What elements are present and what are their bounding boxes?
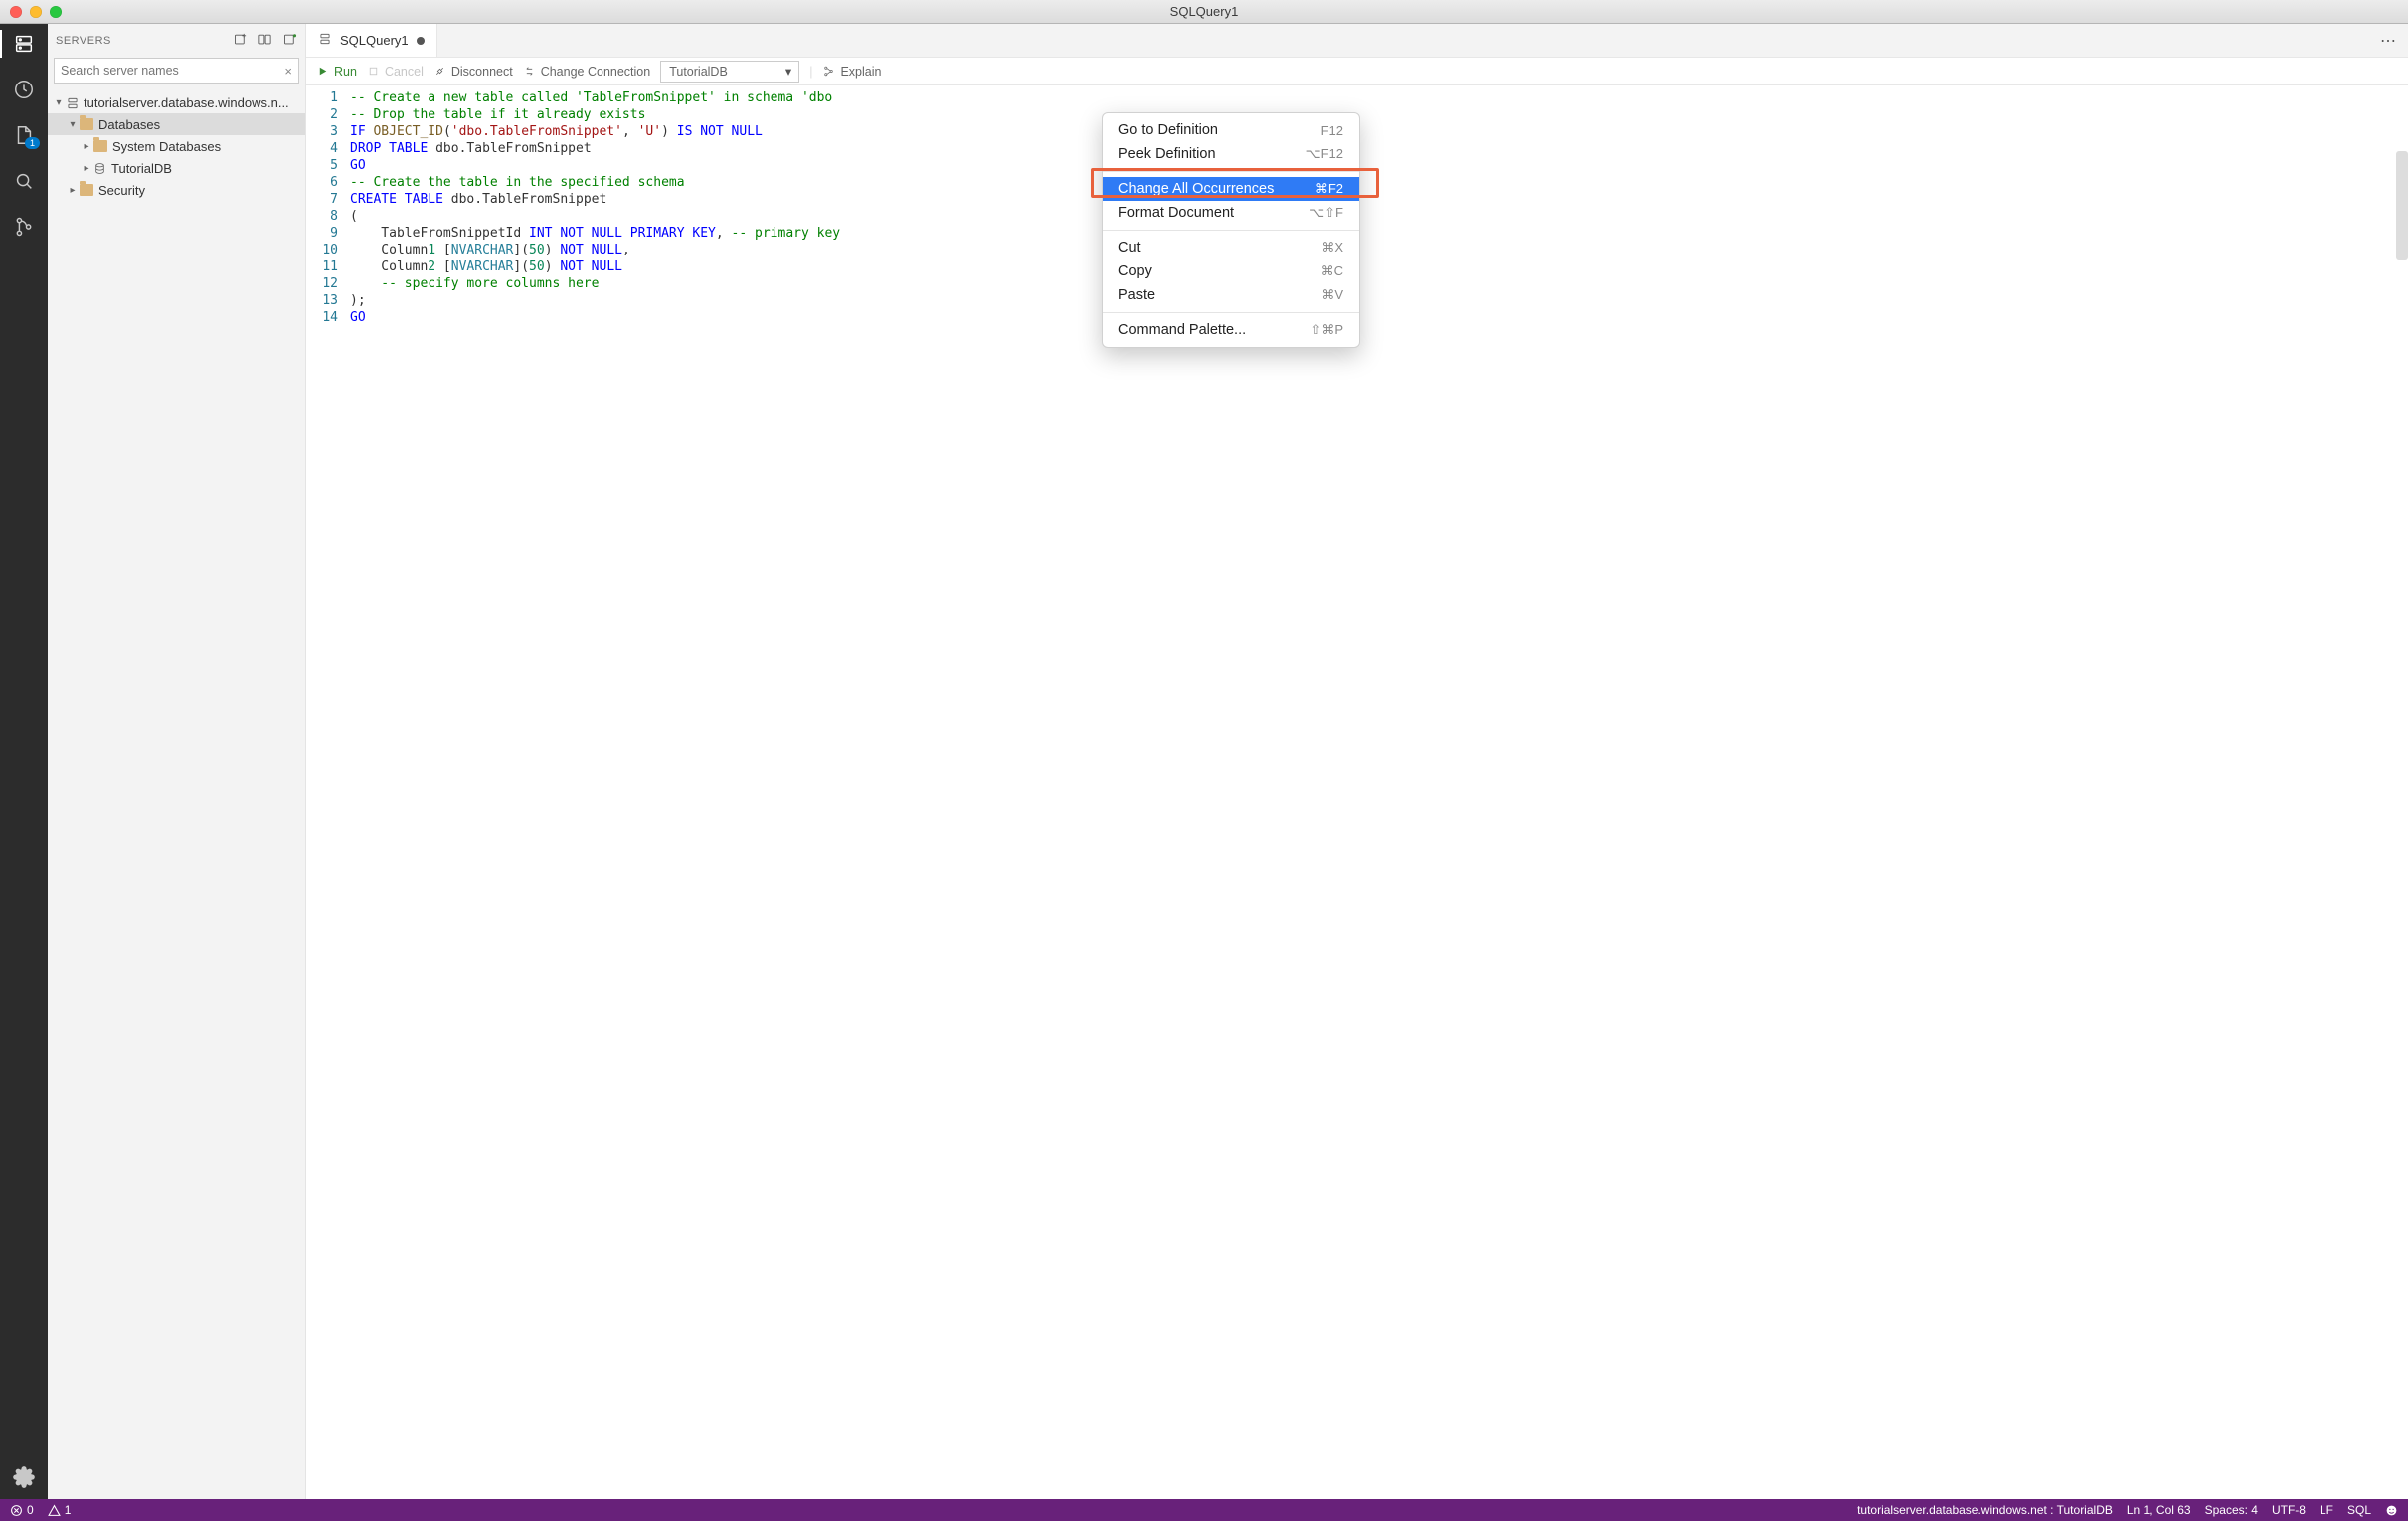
tree-server-label: tutorialserver.database.windows.n... [84,95,289,110]
context-menu-item[interactable]: Go to DefinitionF12 [1103,118,1359,142]
source-control-icon[interactable] [12,215,36,239]
modified-dot-icon [417,37,425,45]
sidebar: SERVERS × ▾ tutorialserver.database.wind… [48,24,306,1499]
status-eol[interactable]: LF [2320,1503,2333,1517]
search-servers-input[interactable]: × [54,58,299,84]
status-connection[interactable]: tutorialserver.database.windows.net : Tu… [1857,1503,2113,1517]
tab-bar: SQLQuery1 ⋯ [306,24,2408,58]
context-menu-separator [1103,171,1359,172]
titlebar: SQLQuery1 [0,0,2408,24]
context-menu-item[interactable]: Peek Definition⌥F12 [1103,142,1359,166]
sidebar-title: SERVERS [56,35,233,47]
status-bar: 0 1 tutorialserver.database.windows.net … [0,1499,2408,1521]
database-selected-label: TutorialDB [669,65,728,79]
status-lang[interactable]: SQL [2347,1503,2371,1517]
folder-icon [80,184,93,196]
status-position[interactable]: Ln 1, Col 63 [2127,1503,2191,1517]
tree-security[interactable]: ▸ Security [48,179,305,201]
overview-scrollbar[interactable] [2396,151,2408,260]
folder-icon [93,140,107,152]
tree-tutorialdb-label: TutorialDB [111,161,172,176]
new-group-icon[interactable] [258,32,272,50]
query-toolbar: Run Cancel Disconnect Change Connection … [306,58,2408,85]
search-input-field[interactable] [61,64,284,78]
explain-button[interactable]: Explain [822,65,881,79]
code-content[interactable]: -- Create a new table called 'TableFromS… [350,85,2408,1499]
settings-icon[interactable] [12,1465,36,1489]
context-menu-item[interactable]: Cut⌘X [1103,236,1359,259]
tree-server[interactable]: ▾ tutorialserver.database.windows.n... [48,91,305,113]
editor-more-icon[interactable]: ⋯ [2368,24,2408,57]
status-spaces[interactable]: Spaces: 4 [2205,1503,2258,1517]
context-menu-item[interactable]: Format Document⌥⇧F [1103,201,1359,225]
task-history-icon[interactable] [12,78,36,101]
context-menu-item[interactable]: Copy⌘C [1103,259,1359,283]
tab-label: SQLQuery1 [340,33,409,48]
server-tree: ▾ tutorialserver.database.windows.n... ▾… [48,87,305,205]
line-gutter: 1234567891011121314 [306,85,350,1499]
window-title: SQLQuery1 [0,4,2408,19]
clear-search-icon[interactable]: × [284,64,292,79]
tree-databases[interactable]: ▾ Databases [48,113,305,135]
context-menu-separator [1103,230,1359,231]
tree-system-databases[interactable]: ▸ System Databases [48,135,305,157]
tree-databases-label: Databases [98,117,160,132]
tab-sqlquery1[interactable]: SQLQuery1 [306,24,437,57]
new-connection-icon[interactable] [233,32,248,50]
tree-security-label: Security [98,183,145,198]
tree-sysdb-label: System Databases [112,139,221,154]
context-menu-separator [1103,312,1359,313]
explorer-badge: 1 [25,137,40,149]
status-encoding[interactable]: UTF-8 [2272,1503,2306,1517]
run-button[interactable]: Run [316,65,357,79]
context-menu: Go to DefinitionF12Peek Definition⌥F12 Ch… [1102,112,1360,348]
database-select[interactable]: TutorialDB [660,61,799,83]
servers-icon[interactable] [12,32,36,56]
disconnect-button[interactable]: Disconnect [433,65,513,79]
tree-tutorialdb[interactable]: ▸ TutorialDB [48,157,305,179]
cancel-button[interactable]: Cancel [367,65,424,79]
search-icon[interactable] [12,169,36,193]
status-errors[interactable]: 0 [10,1503,34,1517]
file-icon [318,32,332,49]
folder-icon [80,118,93,130]
status-feedback-icon[interactable] [2385,1504,2398,1517]
activity-bar: 1 [0,24,48,1499]
context-menu-item[interactable]: Change All Occurrences⌘F2 [1103,177,1359,201]
editor-area: SQLQuery1 ⋯ Run Cancel Disconnect Change… [306,24,2408,1499]
context-menu-item[interactable]: Paste⌘V [1103,283,1359,307]
collapse-icon[interactable] [282,32,297,50]
status-warnings[interactable]: 1 [48,1503,72,1517]
explorer-icon[interactable]: 1 [12,123,36,147]
change-connection-button[interactable]: Change Connection [523,65,651,79]
context-menu-item[interactable]: Command Palette...⇧⌘P [1103,318,1359,342]
